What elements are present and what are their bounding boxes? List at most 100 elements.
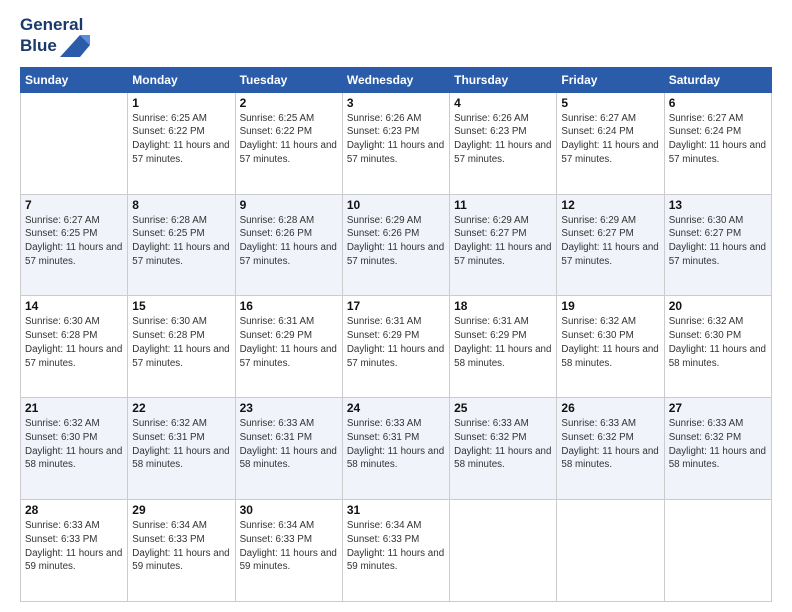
day-info: Sunrise: 6:34 AMSunset: 6:33 PMDaylight:… (347, 519, 445, 574)
day-info: Sunrise: 6:27 AMSunset: 6:24 PMDaylight:… (561, 112, 659, 167)
day-info: Sunrise: 6:26 AMSunset: 6:23 PMDaylight:… (347, 112, 445, 167)
calendar-cell: 26 Sunrise: 6:33 AMSunset: 6:32 PMDayligh… (557, 398, 664, 500)
calendar-cell: 6 Sunrise: 6:27 AMSunset: 6:24 PMDaylight… (664, 92, 771, 194)
day-number: 19 (561, 299, 659, 313)
day-number: 24 (347, 401, 445, 415)
day-number: 28 (25, 503, 123, 517)
calendar-week-row: 28 Sunrise: 6:33 AMSunset: 6:33 PMDayligh… (21, 500, 772, 602)
day-info: Sunrise: 6:32 AMSunset: 6:30 PMDaylight:… (25, 417, 123, 472)
calendar-cell: 9 Sunrise: 6:28 AMSunset: 6:26 PMDaylight… (235, 194, 342, 296)
calendar-cell: 30Sunrise: 6:34 AMSunset: 6:33 PMDayligh… (235, 500, 342, 602)
day-number: 7 (25, 198, 123, 212)
calendar-cell (21, 92, 128, 194)
col-header-friday: Friday (557, 67, 664, 92)
day-number: 18 (454, 299, 552, 313)
day-info: Sunrise: 6:32 AMSunset: 6:30 PMDaylight:… (669, 315, 767, 370)
day-number: 11 (454, 198, 552, 212)
logo-general: General (20, 16, 90, 35)
calendar-cell: 11 Sunrise: 6:29 AMSunset: 6:27 PMDayligh… (450, 194, 557, 296)
calendar-cell: 24 Sunrise: 6:33 AMSunset: 6:31 PMDayligh… (342, 398, 449, 500)
day-number: 16 (240, 299, 338, 313)
calendar-cell: 23 Sunrise: 6:33 AMSunset: 6:31 PMDayligh… (235, 398, 342, 500)
calendar-cell: 31 Sunrise: 6:34 AMSunset: 6:33 PMDayligh… (342, 500, 449, 602)
calendar-cell: 21 Sunrise: 6:32 AMSunset: 6:30 PMDayligh… (21, 398, 128, 500)
calendar-cell: 5 Sunrise: 6:27 AMSunset: 6:24 PMDaylight… (557, 92, 664, 194)
calendar-cell: 28 Sunrise: 6:33 AMSunset: 6:33 PMDayligh… (21, 500, 128, 602)
col-header-saturday: Saturday (664, 67, 771, 92)
day-number: 27 (669, 401, 767, 415)
day-info: Sunrise: 6:33 AMSunset: 6:32 PMDaylight:… (669, 417, 767, 472)
day-info: Sunrise: 6:33 AMSunset: 6:32 PMDaylight:… (454, 417, 552, 472)
day-number: 23 (240, 401, 338, 415)
day-info: Sunrise: 6:25 AMSunset: 6:22 PMDaylight:… (132, 112, 230, 167)
page: General Blue SundayMondayTuesdayWednesda… (0, 0, 792, 612)
calendar-cell: 7 Sunrise: 6:27 AMSunset: 6:25 PMDaylight… (21, 194, 128, 296)
day-info: Sunrise: 6:33 AMSunset: 6:33 PMDaylight:… (25, 519, 123, 574)
day-number: 9 (240, 198, 338, 212)
day-info: Sunrise: 6:33 AMSunset: 6:31 PMDaylight:… (347, 417, 445, 472)
calendar-table: SundayMondayTuesdayWednesdayThursdayFrid… (20, 67, 772, 602)
calendar-cell (450, 500, 557, 602)
day-number: 31 (347, 503, 445, 517)
calendar-cell: 1Sunrise: 6:25 AMSunset: 6:22 PMDaylight… (128, 92, 235, 194)
logo-icon (60, 35, 90, 57)
day-info: Sunrise: 6:25 AMSunset: 6:22 PMDaylight:… (240, 112, 338, 167)
col-header-wednesday: Wednesday (342, 67, 449, 92)
calendar-cell: 19 Sunrise: 6:32 AMSunset: 6:30 PMDayligh… (557, 296, 664, 398)
day-info: Sunrise: 6:26 AMSunset: 6:23 PMDaylight:… (454, 112, 552, 167)
header: General Blue (20, 16, 772, 57)
calendar-week-row: 14 Sunrise: 6:30 AMSunset: 6:28 PMDayligh… (21, 296, 772, 398)
day-info: Sunrise: 6:30 AMSunset: 6:28 PMDaylight:… (25, 315, 123, 370)
day-info: Sunrise: 6:32 AMSunset: 6:30 PMDaylight:… (561, 315, 659, 370)
col-header-sunday: Sunday (21, 67, 128, 92)
calendar-header-row: SundayMondayTuesdayWednesdayThursdayFrid… (21, 67, 772, 92)
calendar-cell (557, 500, 664, 602)
day-info: Sunrise: 6:31 AMSunset: 6:29 PMDaylight:… (240, 315, 338, 370)
day-info: Sunrise: 6:27 AMSunset: 6:24 PMDaylight:… (669, 112, 767, 167)
calendar-week-row: 1Sunrise: 6:25 AMSunset: 6:22 PMDaylight… (21, 92, 772, 194)
calendar-cell: 27 Sunrise: 6:33 AMSunset: 6:32 PMDayligh… (664, 398, 771, 500)
day-number: 13 (669, 198, 767, 212)
day-info: Sunrise: 6:27 AMSunset: 6:25 PMDaylight:… (25, 214, 123, 269)
calendar-cell: 22Sunrise: 6:32 AMSunset: 6:31 PMDayligh… (128, 398, 235, 500)
day-number: 17 (347, 299, 445, 313)
day-info: Sunrise: 6:31 AMSunset: 6:29 PMDaylight:… (454, 315, 552, 370)
day-number: 10 (347, 198, 445, 212)
logo: General Blue (20, 16, 90, 57)
day-info: Sunrise: 6:34 AMSunset: 6:33 PMDaylight:… (132, 519, 230, 574)
day-number: 25 (454, 401, 552, 415)
day-number: 6 (669, 96, 767, 110)
calendar-cell: 17Sunrise: 6:31 AMSunset: 6:29 PMDayligh… (342, 296, 449, 398)
day-number: 5 (561, 96, 659, 110)
calendar-cell: 18 Sunrise: 6:31 AMSunset: 6:29 PMDayligh… (450, 296, 557, 398)
calendar-week-row: 21 Sunrise: 6:32 AMSunset: 6:30 PMDayligh… (21, 398, 772, 500)
calendar-cell (664, 500, 771, 602)
calendar-cell: 20 Sunrise: 6:32 AMSunset: 6:30 PMDayligh… (664, 296, 771, 398)
calendar-cell: 10Sunrise: 6:29 AMSunset: 6:26 PMDayligh… (342, 194, 449, 296)
day-number: 30 (240, 503, 338, 517)
day-number: 14 (25, 299, 123, 313)
logo-blue: Blue (20, 36, 57, 56)
day-number: 21 (25, 401, 123, 415)
calendar-cell: 2 Sunrise: 6:25 AMSunset: 6:22 PMDaylight… (235, 92, 342, 194)
calendar-cell: 14 Sunrise: 6:30 AMSunset: 6:28 PMDayligh… (21, 296, 128, 398)
day-number: 12 (561, 198, 659, 212)
calendar-cell: 4Sunrise: 6:26 AMSunset: 6:23 PMDaylight… (450, 92, 557, 194)
day-info: Sunrise: 6:30 AMSunset: 6:27 PMDaylight:… (669, 214, 767, 269)
day-number: 20 (669, 299, 767, 313)
day-number: 29 (132, 503, 230, 517)
day-number: 26 (561, 401, 659, 415)
calendar-cell: 16 Sunrise: 6:31 AMSunset: 6:29 PMDayligh… (235, 296, 342, 398)
calendar-cell: 25 Sunrise: 6:33 AMSunset: 6:32 PMDayligh… (450, 398, 557, 500)
calendar-cell: 8Sunrise: 6:28 AMSunset: 6:25 PMDaylight… (128, 194, 235, 296)
calendar-cell: 3Sunrise: 6:26 AMSunset: 6:23 PMDaylight… (342, 92, 449, 194)
day-info: Sunrise: 6:28 AMSunset: 6:26 PMDaylight:… (240, 214, 338, 269)
col-header-thursday: Thursday (450, 67, 557, 92)
day-number: 2 (240, 96, 338, 110)
col-header-monday: Monday (128, 67, 235, 92)
day-info: Sunrise: 6:33 AMSunset: 6:32 PMDaylight:… (561, 417, 659, 472)
day-info: Sunrise: 6:29 AMSunset: 6:27 PMDaylight:… (454, 214, 552, 269)
day-number: 22 (132, 401, 230, 415)
calendar-cell: 29 Sunrise: 6:34 AMSunset: 6:33 PMDayligh… (128, 500, 235, 602)
day-info: Sunrise: 6:33 AMSunset: 6:31 PMDaylight:… (240, 417, 338, 472)
